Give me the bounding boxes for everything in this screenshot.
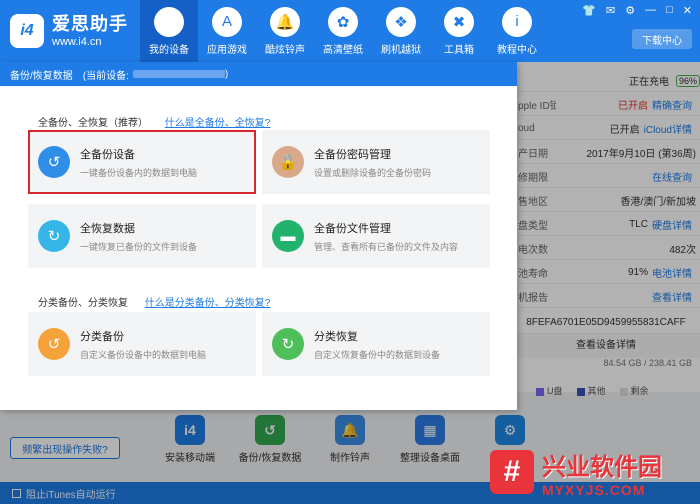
nav-tab-label: 高清壁纸 bbox=[323, 44, 363, 56]
flower-icon: ✿ bbox=[328, 6, 358, 37]
watermark-domain: MYXYJS.COM bbox=[542, 481, 646, 498]
backup-file-manager-card[interactable]: ▬ 全备份文件管理 管理、查看所有已备份的文件及内容 bbox=[262, 204, 490, 268]
category-backup-help-link[interactable]: 什么是分类备份、分类恢复? bbox=[145, 298, 271, 309]
nav-tab-label: 酷炫铃声 bbox=[265, 44, 305, 56]
folder-icon: ▬ bbox=[272, 220, 304, 252]
window-control-icon[interactable]: □ bbox=[666, 4, 673, 17]
nav-tab[interactable]: ✿ 高清壁纸 bbox=[314, 0, 372, 62]
app-site: www.i4.cn bbox=[52, 35, 102, 48]
tools-icon: ✖ bbox=[444, 6, 474, 37]
category-backup-section: 分类备份、分类恢复 什么是分类备份、分类恢复? bbox=[38, 294, 270, 309]
nav-tab-label: 我的设备 bbox=[149, 44, 189, 56]
i4-logo-icon: i4 bbox=[10, 14, 44, 49]
window-control-icon[interactable]: — bbox=[645, 4, 656, 17]
card-title: 全备份设备 bbox=[80, 148, 135, 161]
full-backup-device-card[interactable]: ↺ 全备份设备 一键备份设备内的数据到电脑 bbox=[28, 130, 256, 194]
category-backup-icon: ↺ bbox=[38, 328, 70, 360]
full-backup-section-title: 全备份、全恢复（推荐） bbox=[38, 118, 148, 129]
nav-tab-label: 教程中心 bbox=[497, 44, 537, 56]
card-desc: 自定义恢复备份中的数据到设备 bbox=[314, 349, 441, 360]
dialog-title: 备份/恢复数据 bbox=[10, 70, 73, 82]
apple-icon bbox=[154, 6, 184, 37]
app-name: 爱思助手 bbox=[52, 14, 128, 34]
restore-icon: ↻ bbox=[38, 220, 70, 252]
nav-tab[interactable]: ✖ 工具箱 bbox=[430, 0, 488, 62]
nav-tab[interactable]: ❖ 刷机越狱 bbox=[372, 0, 430, 62]
top-header: i4 爱思助手 www.i4.cn 我的设备 A 应用游戏 🔔 酷炫铃声 ✿ 高清壁纸 ❖ 刷机… bbox=[0, 0, 700, 62]
full-backup-section: 全备份、全恢复（推荐） 什么是全备份、全恢复? bbox=[38, 114, 270, 129]
window-control-icon[interactable]: 👕 bbox=[582, 4, 596, 17]
nav-tab-label: 刷机越狱 bbox=[381, 44, 421, 56]
card-title: 全备份密码管理 bbox=[314, 148, 391, 161]
category-restore-icon: ↻ bbox=[272, 328, 304, 360]
window-control-icon[interactable]: ⚙ bbox=[625, 4, 635, 17]
bell-icon: 🔔 bbox=[270, 6, 300, 37]
category-restore-card[interactable]: ↻ 分类恢复 自定义恢复备份中的数据到设备 bbox=[262, 312, 490, 376]
card-title: 分类备份 bbox=[80, 330, 124, 343]
main-nav: 我的设备 A 应用游戏 🔔 酷炫铃声 ✿ 高清壁纸 ❖ 刷机越狱 ✖ 工具箱 i 教程中心 bbox=[140, 0, 546, 62]
nav-tab-label: 工具箱 bbox=[444, 44, 474, 56]
app-logo: i4 爱思助手 www.i4.cn bbox=[10, 14, 128, 49]
backup-icon: ↺ bbox=[38, 146, 70, 178]
card-desc: 一键恢复已备份的文件到设备 bbox=[80, 241, 198, 252]
current-device-label: (当前设备: bbox=[82, 70, 129, 82]
appstore-icon: A bbox=[212, 6, 242, 37]
nav-tab[interactable]: i 教程中心 bbox=[488, 0, 546, 62]
current-device-name bbox=[132, 70, 225, 78]
download-center-button[interactable]: 下载中心 bbox=[632, 29, 692, 49]
backup-password-card[interactable]: 🔒 全备份密码管理 设置或删除设备的全备份密码 bbox=[262, 130, 490, 194]
category-backup-card[interactable]: ↺ 分类备份 自定义备份设备中的数据到电脑 bbox=[28, 312, 256, 376]
lock-icon: 🔒 bbox=[272, 146, 304, 178]
nav-tab-label: 应用游戏 bbox=[207, 44, 247, 56]
watermark-title: 兴业软件园 bbox=[542, 453, 662, 481]
info-icon: i bbox=[502, 6, 532, 37]
card-desc: 自定义备份设备中的数据到电脑 bbox=[80, 349, 207, 360]
card-title: 全备份文件管理 bbox=[314, 222, 391, 235]
card-title: 全恢复数据 bbox=[80, 222, 135, 235]
full-backup-help-link[interactable]: 什么是全备份、全恢复? bbox=[165, 118, 271, 129]
backup-restore-dialog: 备份/恢复数据 (当前设备: ) 全备份、全恢复（推荐） 什么是全备份、全恢复?… bbox=[0, 62, 517, 410]
watermark: # 兴业软件园 MYXYJS.COM bbox=[490, 440, 700, 504]
full-restore-card[interactable]: ↻ 全恢复数据 一键恢复已备份的文件到设备 bbox=[28, 204, 256, 268]
nav-tab[interactable]: 🔔 酷炫铃声 bbox=[256, 0, 314, 62]
window-control-icon[interactable]: ✉ bbox=[606, 4, 615, 17]
current-device-end: ) bbox=[224, 68, 229, 80]
card-desc: 管理、查看所有已备份的文件及内容 bbox=[314, 241, 459, 252]
box-icon: ❖ bbox=[386, 6, 416, 37]
nav-tab[interactable]: 我的设备 bbox=[140, 0, 198, 62]
card-desc: 一键备份设备内的数据到电脑 bbox=[80, 167, 198, 178]
card-title: 分类恢复 bbox=[314, 330, 358, 343]
category-backup-section-title: 分类备份、分类恢复 bbox=[38, 298, 128, 309]
window-control-icon[interactable]: ✕ bbox=[683, 4, 692, 17]
dialog-header: 备份/恢复数据 (当前设备: ) bbox=[0, 62, 517, 86]
card-desc: 设置或删除设备的全备份密码 bbox=[314, 167, 432, 178]
watermark-logo-icon: # bbox=[490, 450, 534, 494]
window-controls: 👕 ✉ ⚙ — □ ✕ bbox=[582, 4, 692, 17]
nav-tab[interactable]: A 应用游戏 bbox=[198, 0, 256, 62]
